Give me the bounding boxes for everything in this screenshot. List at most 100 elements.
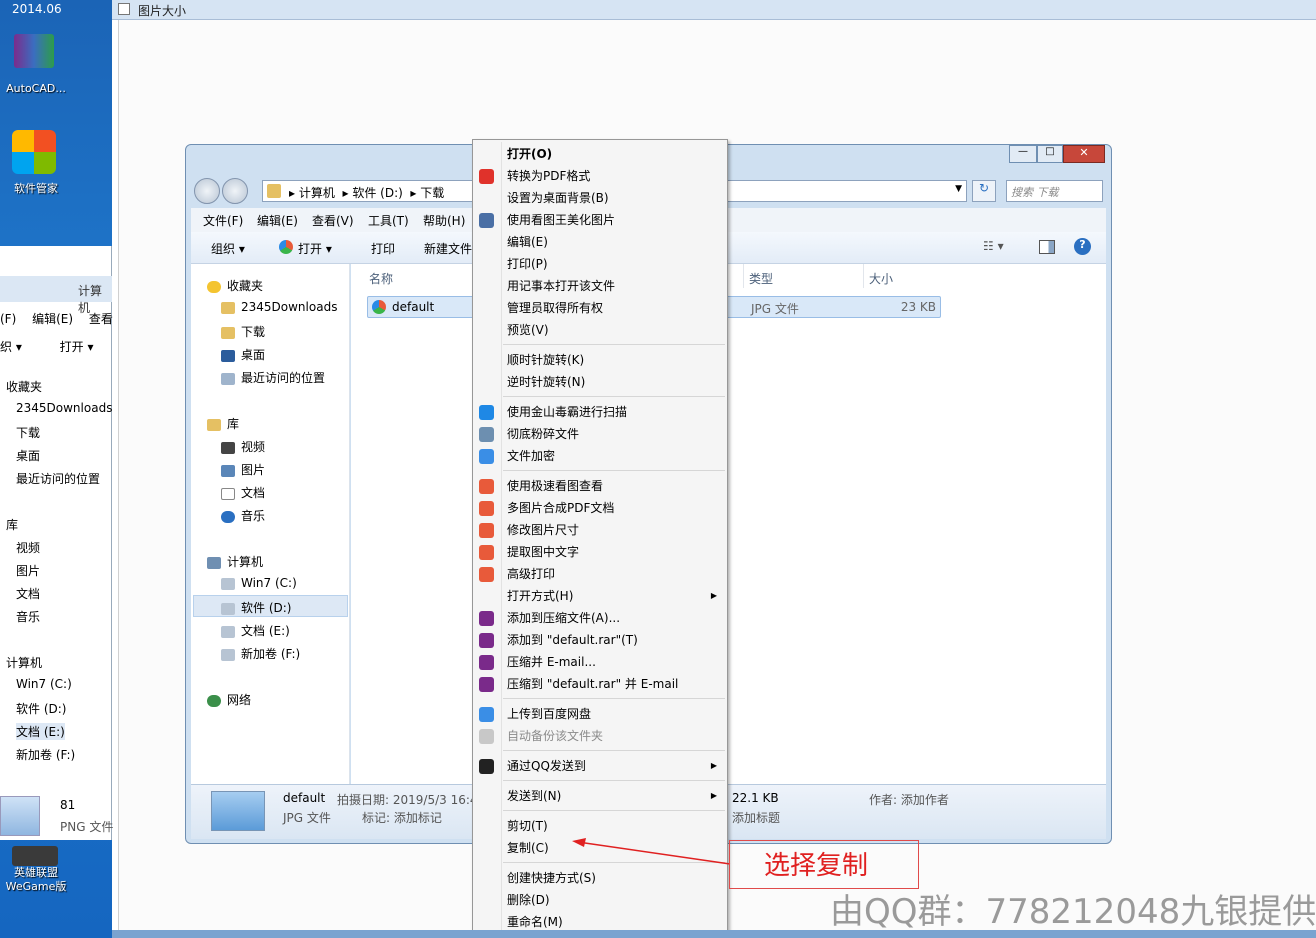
menu-item[interactable]: 发送到(N) ▶ xyxy=(473,785,727,807)
breadcrumb-computer[interactable]: 计算机 xyxy=(299,186,335,200)
menu-file[interactable]: 文件(F) xyxy=(203,212,243,229)
breadcrumb-downloads[interactable]: 下载 xyxy=(420,186,444,200)
menu-item[interactable]: 使用看图王美化图片 xyxy=(473,209,727,231)
menu-item[interactable]: 使用极速看图查看 xyxy=(473,475,727,497)
desktop-icon-label[interactable]: 软件管家 xyxy=(0,180,86,196)
menu-item[interactable]: 多图片合成PDF文档 xyxy=(473,497,727,519)
bg-organize-button[interactable]: 织 ▾ xyxy=(0,340,22,354)
menu-edit[interactable]: 编辑(E) xyxy=(257,212,298,229)
nav-item[interactable]: 文档 xyxy=(221,484,265,501)
view-options-icon[interactable]: ☷ ▾ xyxy=(983,239,1004,253)
bg-open-button[interactable]: 打开 ▾ xyxy=(60,340,94,354)
nav-item[interactable]: 新加卷 (F:) xyxy=(221,645,300,662)
menu-help[interactable]: 帮助(H) xyxy=(423,212,465,229)
nav-favorites[interactable]: 收藏夹 xyxy=(207,277,263,294)
nav-item[interactable]: 图片 xyxy=(221,461,265,478)
desktop-icon-label[interactable]: 英雄联盟 WeGame版 xyxy=(0,866,86,894)
bg-menu-file[interactable]: (F) xyxy=(0,312,16,326)
help-icon[interactable]: ? xyxy=(1074,238,1091,255)
nav-computer[interactable]: 计算机 xyxy=(207,553,263,570)
nav-item[interactable]: 2345Downloads xyxy=(221,300,337,314)
menu-item[interactable]: 彻底粉碎文件 xyxy=(473,423,727,445)
bg-nav-item[interactable]: 计算机 xyxy=(6,654,42,671)
menu-item[interactable]: 上传到百度网盘 xyxy=(473,703,727,725)
preview-pane-icon[interactable] xyxy=(1039,240,1055,254)
maximize-icon[interactable]: □ xyxy=(1037,145,1063,163)
refresh-icon[interactable]: ↻ xyxy=(972,180,996,202)
bg-menu-edit[interactable]: 编辑(E) xyxy=(32,312,73,326)
nav-item[interactable]: 最近访问的位置 xyxy=(221,369,325,386)
bg-nav-item[interactable]: 库 xyxy=(6,516,18,533)
menu-item[interactable]: 添加到压缩文件(A)... xyxy=(473,607,727,629)
nav-library[interactable]: 库 xyxy=(207,415,239,432)
menu-item[interactable]: 管理员取得所有权 xyxy=(473,297,727,319)
open-button[interactable]: 打开 ▾ xyxy=(298,240,332,257)
menu-item[interactable]: 添加到 "default.rar"(T) xyxy=(473,629,727,651)
details-title[interactable]: 添加标题 xyxy=(732,809,780,826)
bg-nav-item[interactable]: 2345Downloads xyxy=(16,401,112,415)
print-button[interactable]: 打印 xyxy=(371,240,395,257)
software-manager-icon[interactable] xyxy=(12,130,56,174)
menu-item[interactable]: 通过QQ发送到 ▶ xyxy=(473,755,727,777)
menu-item[interactable]: 高级打印 xyxy=(473,563,727,585)
menu-item[interactable]: 转换为PDF格式 xyxy=(473,165,727,187)
menu-item[interactable]: 文件加密 xyxy=(473,445,727,467)
bg-nav-item[interactable]: 文档 xyxy=(16,585,40,602)
forward-icon[interactable] xyxy=(222,178,248,204)
bg-nav-item[interactable]: 文档 (E:) xyxy=(16,723,65,740)
menu-view[interactable]: 查看(V) xyxy=(312,212,354,229)
menu-item[interactable]: 编辑(E) xyxy=(473,231,727,253)
menu-item[interactable]: 预览(V) xyxy=(473,319,727,341)
column-header-type[interactable]: 类型 xyxy=(749,270,773,287)
column-header-name[interactable]: 名称 xyxy=(369,270,393,287)
menu-item[interactable]: 用记事本打开该文件 xyxy=(473,275,727,297)
menu-item[interactable]: 打开(O) xyxy=(473,143,727,165)
column-header-size[interactable]: 大小 xyxy=(869,270,893,287)
desktop-icon-label[interactable]: AutoCAD... xyxy=(0,82,86,95)
chevron-down-icon[interactable]: ▼ xyxy=(955,184,962,194)
new-folder-button[interactable]: 新建文件 xyxy=(424,240,472,257)
nav-item[interactable]: 桌面 xyxy=(221,346,265,363)
bg-nav-item[interactable]: 音乐 xyxy=(16,608,40,625)
lol-icon[interactable] xyxy=(12,846,58,866)
menu-item[interactable]: 逆时针旋转(N) xyxy=(473,371,727,393)
menu-item[interactable]: 压缩并 E-mail... xyxy=(473,651,727,673)
menu-item[interactable]: 修改图片尺寸 xyxy=(473,519,727,541)
bg-nav-item[interactable]: 视频 xyxy=(16,539,40,556)
organize-button[interactable]: 组织 ▾ xyxy=(211,240,245,257)
bg-nav-item[interactable]: Win7 (C:) xyxy=(16,677,72,691)
nav-item[interactable]: 软件 (D:) xyxy=(221,599,291,616)
bg-nav-item[interactable]: 新加卷 (F:) xyxy=(16,746,75,763)
bg-nav-item[interactable]: 图片 xyxy=(16,562,40,579)
details-author[interactable]: 作者: 添加作者 xyxy=(869,791,949,808)
close-icon[interactable]: ✕ xyxy=(1063,145,1105,163)
winrar-desktop-icon[interactable] xyxy=(14,34,54,68)
bg-nav-item[interactable]: 软件 (D:) xyxy=(16,700,66,717)
bg-nav-item[interactable]: 下载 xyxy=(16,424,40,441)
nav-item[interactable]: 文档 (E:) xyxy=(221,622,290,639)
menu-item[interactable]: 提取图中文字 xyxy=(473,541,727,563)
menu-item[interactable]: 打印(P) xyxy=(473,253,727,275)
menu-tools[interactable]: 工具(T) xyxy=(368,212,409,229)
nav-item[interactable]: 视频 xyxy=(221,438,265,455)
menu-item[interactable]: 删除(D) xyxy=(473,889,727,911)
bg-nav-item[interactable]: 桌面 xyxy=(16,447,40,464)
nav-item[interactable]: 下载 xyxy=(221,323,265,340)
menu-item[interactable]: 使用金山毒霸进行扫描 xyxy=(473,401,727,423)
bg-menu-view[interactable]: 查看 xyxy=(89,312,113,326)
back-icon[interactable] xyxy=(194,178,220,204)
bg-nav-item[interactable]: 最近访问的位置 xyxy=(16,470,100,487)
nav-item[interactable]: Win7 (C:) xyxy=(221,576,297,590)
menu-item[interactable]: 打开方式(H) ▶ xyxy=(473,585,727,607)
menu-item[interactable]: 顺时针旋转(K) xyxy=(473,349,727,371)
details-tags[interactable]: 标记: 添加标记 xyxy=(362,809,442,826)
bg-nav-item[interactable]: 收藏夹 xyxy=(6,378,42,395)
minimize-icon[interactable]: — xyxy=(1009,145,1037,163)
nav-network[interactable]: 网络 xyxy=(207,691,251,708)
search-input[interactable]: 搜索 下载 xyxy=(1006,180,1103,202)
menu-item[interactable]: 设置为桌面背景(B) xyxy=(473,187,727,209)
star-icon xyxy=(207,280,221,293)
breadcrumb-drive[interactable]: 软件 (D:) xyxy=(352,186,402,200)
menu-item[interactable]: 压缩到 "default.rar" 并 E-mail xyxy=(473,673,727,695)
nav-item[interactable]: 音乐 xyxy=(221,507,265,524)
